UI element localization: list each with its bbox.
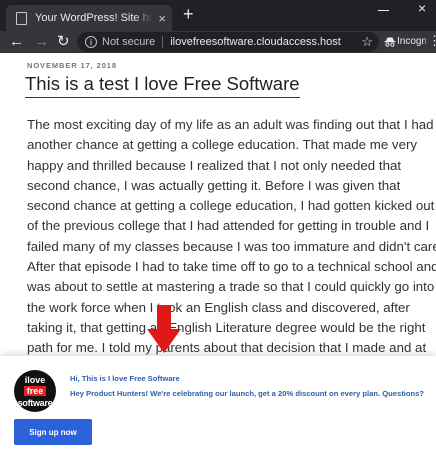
security-label[interactable]: Not secure bbox=[102, 36, 155, 48]
post-body-line: taking it, that getting an English Liter… bbox=[27, 319, 426, 335]
new-tab-icon[interactable]: + bbox=[183, 4, 194, 24]
post-body-line: After that episode I had to take time of… bbox=[27, 259, 436, 275]
url-text[interactable]: ilovefreesoftware.cloudaccess.host bbox=[170, 36, 361, 48]
post-body-line: the work force when I took an English cl… bbox=[27, 299, 410, 315]
browser-tab[interactable]: Your WordPress! Site hosted with × bbox=[6, 5, 172, 31]
post-date[interactable]: NOVEMBER 17, 2018 bbox=[27, 61, 117, 70]
signup-button[interactable]: Sign up now bbox=[14, 419, 92, 445]
menu-icon[interactable]: ⋮ bbox=[428, 34, 436, 48]
address-bar[interactable]: i Not secure ilovefreesoftware.cloudacce… bbox=[77, 32, 379, 52]
forward-icon[interactable]: → bbox=[34, 32, 49, 52]
incognito-label[interactable]: Incognito bbox=[397, 36, 426, 47]
post-body-line: failed many of my classes because I was … bbox=[27, 238, 436, 254]
incognito-label-clip: Incognito bbox=[389, 35, 426, 49]
window-close-icon[interactable]: × bbox=[418, 0, 426, 16]
popup-title: Hi, This is I love Free Software bbox=[70, 374, 180, 383]
reload-icon[interactable]: ↻ bbox=[57, 31, 70, 52]
avatar-logo-text: free bbox=[24, 386, 46, 396]
avatar: ilove free software bbox=[14, 370, 56, 412]
minimize-icon[interactable] bbox=[378, 2, 390, 14]
post-body-line: second chance, I was actually getting it… bbox=[27, 177, 401, 193]
post-body-line: was about to settle at mastering a trade… bbox=[27, 279, 435, 295]
avatar-logo-text: ilove bbox=[24, 375, 46, 385]
chat-popup: ilove free software Hi, This is I love F… bbox=[0, 356, 436, 450]
post-body: The most exciting day of my life as an a… bbox=[27, 115, 436, 359]
back-icon[interactable]: ← bbox=[9, 32, 24, 52]
post-title[interactable]: This is a test I love Free Software bbox=[25, 73, 300, 98]
post-body-line: second chance at getting a college educa… bbox=[27, 198, 435, 214]
bookmark-star-icon[interactable]: ☆ bbox=[361, 34, 373, 50]
info-icon[interactable]: i bbox=[85, 36, 97, 48]
post-body-line: The most exciting day of my life as an a… bbox=[27, 117, 434, 132]
tab-close-icon[interactable]: × bbox=[158, 12, 166, 25]
avatar-logo-text: software bbox=[17, 398, 53, 408]
address-divider bbox=[162, 36, 164, 48]
page-icon bbox=[16, 11, 27, 25]
browser-tab-strip: Your WordPress! Site hosted with × + × bbox=[0, 0, 436, 31]
annotation-arrow-icon bbox=[147, 305, 181, 353]
browser-toolbar: ← → ↻ i Not secure ilovefreesoftware.clo… bbox=[0, 31, 436, 53]
popup-message: Hey Product Hunters! We're celebrating o… bbox=[70, 389, 425, 398]
post-body-line: another chance at getting a college educ… bbox=[27, 137, 418, 153]
post-body-line: happy and thrilled because I realized th… bbox=[27, 157, 402, 173]
post-body-line: of the previous college that I had atten… bbox=[27, 218, 430, 234]
tab-title: Your WordPress! Site hosted with bbox=[35, 12, 153, 24]
